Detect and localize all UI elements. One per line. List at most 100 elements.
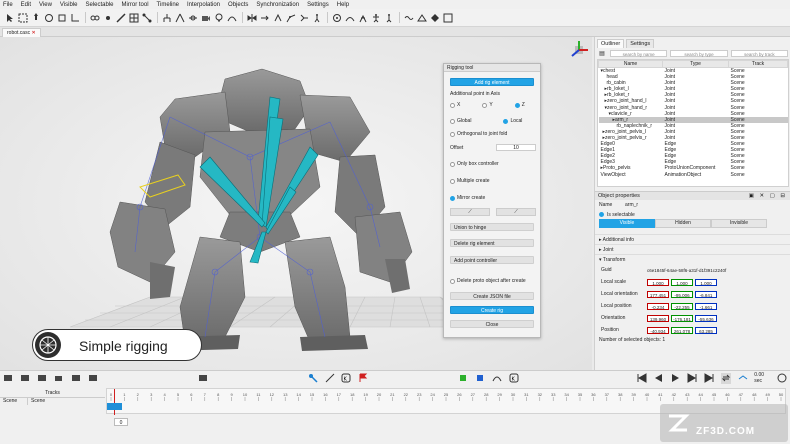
track-clip[interactable] xyxy=(107,403,122,410)
y-field[interactable]: -95.006 xyxy=(671,290,693,298)
loop-icon[interactable] xyxy=(720,372,732,384)
local-radio[interactable] xyxy=(503,118,509,124)
section-additional-info[interactable]: ▸ Additional info xyxy=(595,234,790,244)
timer-icon[interactable] xyxy=(777,373,788,384)
tree-icon[interactable] xyxy=(174,12,185,23)
menu-selectable[interactable]: Selectable xyxy=(86,2,114,8)
x-field[interactable]: 139.960 xyxy=(647,314,669,322)
view-gizmo[interactable] xyxy=(568,39,590,61)
key-icon[interactable] xyxy=(307,373,318,384)
search-track-input[interactable]: search by track xyxy=(730,50,789,57)
hierarchy-icon[interactable] xyxy=(161,12,172,23)
document-tab[interactable]: robot.casc ✕ xyxy=(2,28,41,37)
x-field[interactable]: 1.000 xyxy=(647,278,669,286)
flag-icon[interactable] xyxy=(358,373,369,384)
tab-outliner[interactable]: Outliner xyxy=(597,39,625,48)
name-value[interactable]: arm_r xyxy=(625,202,638,208)
ik-alt-icon[interactable]: K xyxy=(508,373,519,384)
z-field[interactable]: 63.285 xyxy=(695,326,717,334)
menu-edit[interactable]: Edit xyxy=(21,2,31,8)
menu-view[interactable]: View xyxy=(39,2,52,8)
link-icon[interactable] xyxy=(187,12,198,23)
arrow-icon[interactable] xyxy=(259,12,270,23)
add-point-controller-button[interactable]: Add point controller xyxy=(450,256,534,264)
chain-icon[interactable] xyxy=(89,12,100,23)
bone-icon[interactable] xyxy=(115,12,126,23)
col-type[interactable]: Type xyxy=(662,60,729,68)
section-joint[interactable]: ▸ Joint xyxy=(595,244,790,254)
menu-file[interactable]: File xyxy=(3,2,13,8)
blend-icon[interactable] xyxy=(416,12,427,23)
add-rig-element-button[interactable]: Add rig element xyxy=(450,78,534,86)
z-field[interactable]: 1.000 xyxy=(695,278,717,286)
step-back-icon[interactable] xyxy=(653,373,664,384)
y-field[interactable]: 261.078 xyxy=(671,326,693,334)
mirror-right-button[interactable]: ⟋ xyxy=(496,208,536,216)
camera-icon[interactable] xyxy=(200,12,211,23)
tab-settings[interactable]: Settings xyxy=(626,39,655,48)
mirror-left-button[interactable]: ⟋ xyxy=(450,208,490,216)
axis-icon[interactable] xyxy=(69,12,80,23)
rotate-icon[interactable] xyxy=(43,12,54,23)
speed-icon[interactable] xyxy=(737,373,748,384)
y-field[interactable]: 1.000 xyxy=(671,278,693,286)
orthogonal-radio[interactable] xyxy=(450,131,455,137)
mirror-create-radio[interactable] xyxy=(450,195,455,201)
only-box-radio[interactable] xyxy=(450,161,455,167)
pose-icon[interactable] xyxy=(357,12,368,23)
constraint-icon[interactable] xyxy=(272,12,283,23)
search-type-input[interactable]: search by type xyxy=(670,50,728,57)
node-icon[interactable] xyxy=(141,12,152,23)
skip-end-icon[interactable] xyxy=(704,373,715,384)
clip-alt-icon[interactable] xyxy=(87,373,98,384)
axis-x-radio[interactable] xyxy=(450,102,455,108)
skip-start-icon[interactable] xyxy=(636,373,647,384)
close-button[interactable]: Close xyxy=(450,320,534,328)
walk-icon[interactable] xyxy=(311,12,322,23)
z-field[interactable]: -55.636 xyxy=(695,314,717,322)
menu-interpolation[interactable]: Interpolation xyxy=(187,2,220,8)
frame-input[interactable]: 0 xyxy=(114,418,128,426)
x-field[interactable]: -40.934 xyxy=(647,326,669,334)
invisible-option[interactable]: Invisible xyxy=(711,219,767,228)
section-transform[interactable]: ▾ Transform xyxy=(595,254,790,264)
film-icon[interactable] xyxy=(3,373,14,384)
col-track[interactable]: Track xyxy=(728,60,788,68)
arc-icon[interactable] xyxy=(344,12,355,23)
ik-toggle-icon[interactable]: K xyxy=(341,373,352,384)
camera-icon[interactable] xyxy=(54,373,65,384)
wave-icon[interactable] xyxy=(403,12,414,23)
z-field[interactable]: -1.661 xyxy=(695,302,717,310)
offset-input[interactable]: 10 xyxy=(496,144,536,151)
curve-icon[interactable] xyxy=(226,12,237,23)
menu-objects[interactable]: Objects xyxy=(228,2,248,8)
y-field[interactable]: -176.181 xyxy=(671,314,693,322)
visible-option[interactable]: Visible xyxy=(599,219,655,228)
film-remove-icon[interactable] xyxy=(37,373,48,384)
search-name-input[interactable]: search by name xyxy=(609,50,668,57)
multiple-create-radio[interactable] xyxy=(450,178,455,184)
key-tangent-icon[interactable] xyxy=(324,373,335,384)
y-field[interactable]: -22.255 xyxy=(671,302,693,310)
create-json-button[interactable]: Create JSON file xyxy=(450,292,534,300)
delete-proto-radio[interactable] xyxy=(450,278,455,284)
playhead[interactable] xyxy=(114,389,115,415)
delete-rig-element-button[interactable]: Delete rig element xyxy=(450,239,534,247)
target-icon[interactable] xyxy=(331,12,342,23)
figure-alt-icon[interactable] xyxy=(383,12,394,23)
move-icon[interactable] xyxy=(30,12,41,23)
menu-mirror-tool[interactable]: Mirror tool xyxy=(122,2,149,8)
scale-icon[interactable] xyxy=(56,12,67,23)
union-to-hinge-button[interactable]: Union to hinge xyxy=(450,223,534,231)
mirror-icon[interactable] xyxy=(246,12,257,23)
x-field[interactable]: 177.451 xyxy=(647,290,669,298)
film-strip-icon[interactable] xyxy=(197,373,208,384)
film-add-icon[interactable] xyxy=(20,373,31,384)
clip-icon[interactable] xyxy=(71,373,82,384)
axis-z-radio[interactable] xyxy=(514,102,520,108)
panel-controls-icon[interactable]: ▣ ✕ ▢ ⊟ xyxy=(749,192,787,200)
table-row[interactable]: ViewObject AnimationObject Scene xyxy=(599,172,788,178)
blue-key-icon[interactable] xyxy=(475,373,486,384)
menu-visible[interactable]: Visible xyxy=(60,2,78,8)
select-icon[interactable] xyxy=(4,12,15,23)
